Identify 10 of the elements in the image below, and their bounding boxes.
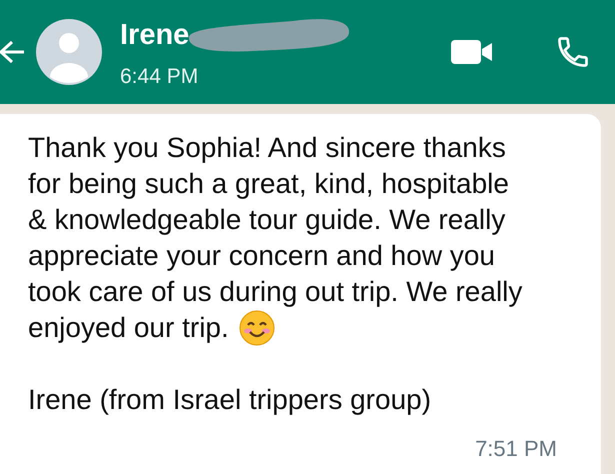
phone-call-icon[interactable] — [555, 34, 591, 70]
last-seen-time: 6:44 PM — [120, 65, 200, 89]
video-call-icon[interactable] — [451, 38, 493, 66]
contact-name: Irene — [120, 18, 190, 52]
message-time: 7:51 PM — [475, 436, 557, 462]
avatar-icon[interactable] — [36, 19, 102, 85]
message-text: Irene (from Israel trippers group) — [28, 383, 432, 417]
smiley-icon — [238, 310, 275, 346]
message-text: enjoyed our trip. — [28, 311, 229, 345]
back-arrow-icon[interactable] — [0, 38, 26, 66]
